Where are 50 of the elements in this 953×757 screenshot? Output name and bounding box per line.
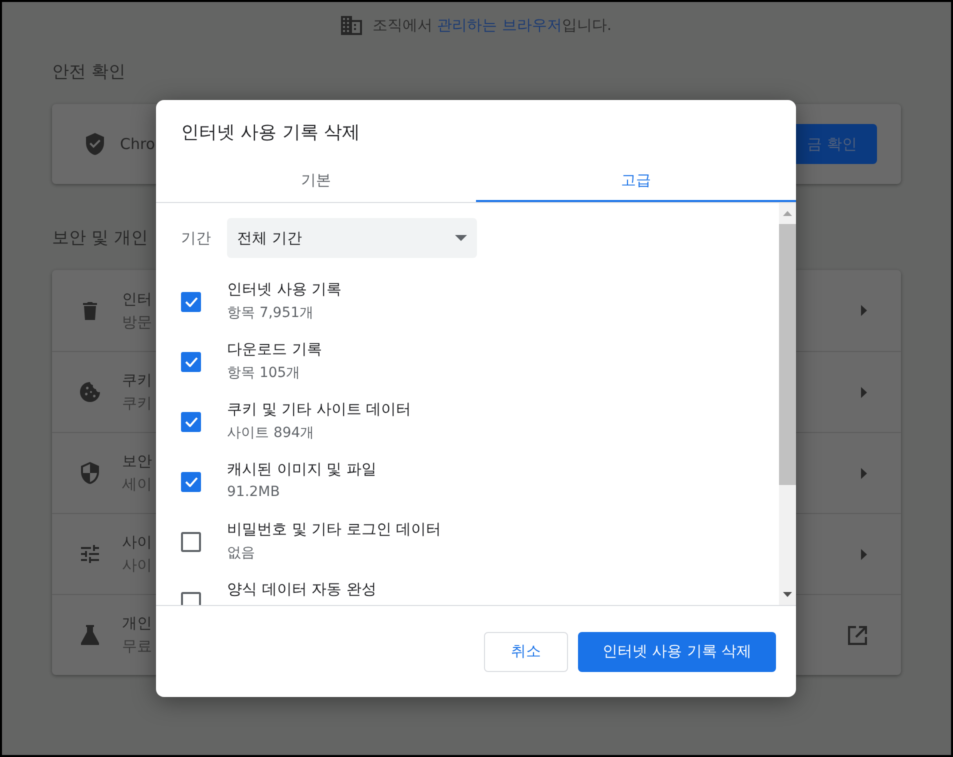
flask-icon (81, 625, 99, 645)
checkbox[interactable] (181, 292, 201, 312)
delete-button[interactable]: 인터넷 사용 기록 삭제 (578, 632, 776, 672)
item-detail: 없음 (227, 544, 256, 562)
external-link-icon[interactable] (848, 626, 867, 644)
section-heading: 보안 및 개인 (52, 227, 148, 249)
row-title: 보안 (122, 452, 152, 471)
checkmark-icon (184, 357, 198, 367)
checkbox[interactable] (181, 472, 201, 492)
shield-icon (81, 462, 99, 484)
row-title: 쿠키 (122, 371, 152, 390)
item-title: 양식 데이터 자동 완성 (227, 580, 376, 599)
item-detail: 항목 105개 (227, 364, 302, 382)
tab[interactable]: 기본 (156, 160, 476, 202)
dialog-title: 인터넷 사용 기록 삭제 (180, 121, 362, 145)
item-title: 인터넷 사용 기록 (227, 280, 342, 299)
tune-icon (81, 545, 99, 563)
building-icon (341, 16, 362, 34)
time-range-dropdown[interactable]: 전체 기간 (227, 218, 477, 258)
checkbox[interactable] (181, 352, 201, 372)
item-title: 캐시된 이미지 및 파일 (227, 460, 376, 479)
cancel-button[interactable]: 취소 (484, 632, 568, 672)
checkmark-icon (184, 417, 198, 427)
item-detail: 91.2MB (227, 484, 281, 500)
item-title: 쿠키 및 기타 사이트 데이터 (227, 400, 412, 419)
item-title: 다운로드 기록 (227, 340, 322, 359)
item-detail: 사이트 894개 (227, 424, 316, 442)
item-title: 비밀번호 및 기타 로그인 데이터 (227, 520, 442, 539)
shield-check-icon (86, 133, 104, 155)
cookie-icon (80, 382, 100, 402)
safety-check-text: Chro (120, 135, 155, 153)
row-title: 사이 (122, 533, 152, 552)
scrollbar[interactable] (779, 203, 796, 605)
section-heading: 안전 확인 (52, 61, 126, 83)
arrow-right-icon[interactable] (861, 548, 867, 560)
arrow-right-icon[interactable] (861, 386, 867, 398)
checkbox[interactable] (181, 532, 201, 552)
checkmark-icon (184, 297, 198, 307)
checkbox[interactable] (181, 412, 201, 432)
checkmark-icon (184, 477, 198, 487)
row-title: 개인 (122, 614, 152, 633)
time-range-label: 기간 (181, 228, 211, 248)
row-title: 인터 (122, 290, 152, 308)
item-detail: 항목 7,951개 (227, 304, 315, 322)
tab[interactable]: 고급 (476, 160, 796, 202)
arrow-right-icon[interactable] (861, 305, 867, 316)
trash-icon (83, 302, 97, 320)
dropdown-caret-icon (455, 235, 467, 241)
managed-browser-notice: 조직에서 관리하는 브라우저입니다. (372, 16, 612, 34)
arrow-right-icon[interactable] (861, 468, 867, 478)
